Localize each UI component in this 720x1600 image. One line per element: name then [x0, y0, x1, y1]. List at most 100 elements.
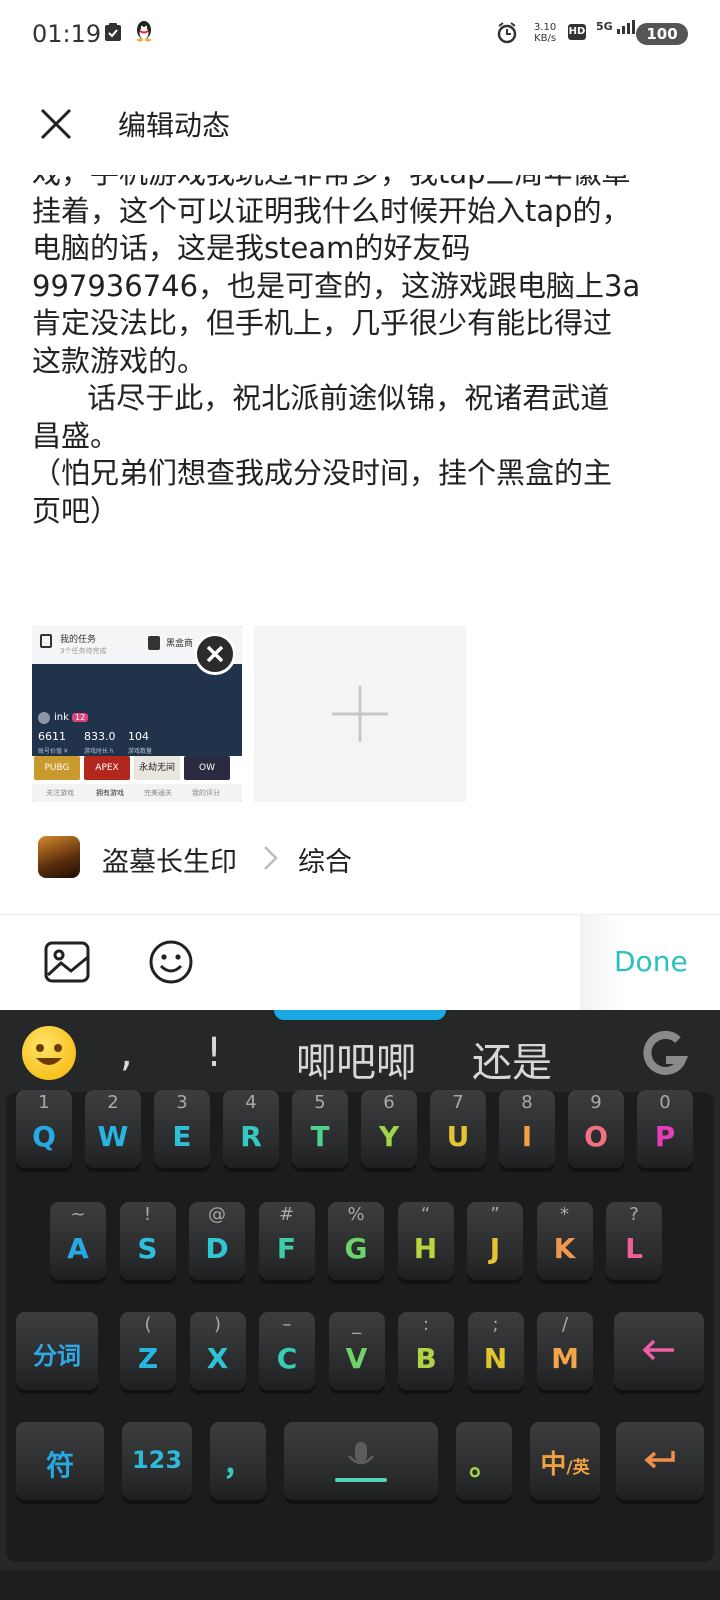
key-j[interactable]: ” J: [467, 1202, 523, 1280]
key-a[interactable]: ~ A: [50, 1202, 106, 1280]
key-label: J: [489, 1232, 501, 1265]
key-v[interactable]: _ V: [328, 1312, 385, 1390]
key-o[interactable]: 9O: [568, 1090, 624, 1168]
key-label: ，: [223, 1448, 253, 1483]
text-line: 电脑的话，这是我steam的好友码: [32, 231, 471, 265]
key-comma[interactable]: ，: [210, 1422, 266, 1500]
key-enter[interactable]: [616, 1422, 704, 1500]
key-sublabel: 5: [314, 1092, 326, 1113]
key-e[interactable]: 3E: [154, 1090, 210, 1168]
add-image-button[interactable]: [254, 626, 466, 802]
key-label: I: [521, 1120, 533, 1153]
key-symbols[interactable]: 符: [16, 1422, 104, 1500]
thumb-stat-value: 104: [128, 730, 149, 743]
key-i[interactable]: 8I: [499, 1090, 555, 1168]
thumb-my-tasks: 我的任务: [60, 635, 97, 645]
key-sublabel: :: [422, 1314, 430, 1335]
key-s[interactable]: ! S: [119, 1202, 176, 1280]
key-label: H: [413, 1232, 438, 1265]
key-space[interactable]: [284, 1422, 438, 1500]
thumb-stat-value: 833.0: [84, 730, 116, 743]
keyboard-bottom: [0, 1570, 720, 1600]
page-title: 编辑动态: [118, 109, 231, 142]
key-p[interactable]: 0P: [637, 1090, 693, 1168]
network-speed: 3.10 KB/s: [534, 22, 556, 44]
thumb-game-tile: OW: [184, 756, 230, 780]
thumb-tasks-sub: 3个任务待完成: [60, 647, 107, 655]
thumb-stat-label: 游戏数量: [128, 748, 153, 755]
game-icon: [38, 836, 80, 878]
thumb-stat-label: 游戏时长 h: [84, 748, 114, 755]
key-g[interactable]: % G: [328, 1202, 384, 1280]
key-y[interactable]: 6Y: [361, 1090, 417, 1168]
key-b[interactable]: :B: [398, 1312, 454, 1390]
text-line: 挂着，这个可以证明我什么时候开始入tap的，: [32, 193, 631, 228]
key-l[interactable]: ? L: [606, 1202, 662, 1280]
post-text-editor[interactable]: 戏，手机游戏我玩过非常多，我tap三周年徽章 挂着，这个可以证明我什么时候开始入…: [32, 175, 692, 555]
key-z[interactable]: (Z: [120, 1312, 176, 1390]
text-line: 997936746，也是可查的，这游戏跟电脑上3a: [32, 268, 641, 303]
key-sublabel: (: [144, 1314, 152, 1335]
key-sublabel: 7: [452, 1092, 464, 1113]
key-t[interactable]: 5T: [292, 1090, 348, 1168]
key-label: E: [172, 1120, 192, 1153]
key-label: 符: [45, 1449, 74, 1482]
game-name[interactable]: 盗墓长生印: [102, 840, 237, 879]
thumb-tab: 关注游戏: [46, 789, 74, 797]
key-label: 123: [131, 1446, 183, 1474]
key-n[interactable]: ; N: [467, 1312, 524, 1390]
key-sublabel: 8: [521, 1092, 533, 1113]
text-line: 这款游戏的。: [32, 343, 207, 378]
game-category[interactable]: 综合: [298, 840, 352, 879]
key-sublabel: *: [560, 1204, 569, 1225]
done-button[interactable]: Done: [614, 945, 688, 978]
image-icon[interactable]: [44, 941, 90, 987]
key-label: V: [345, 1342, 368, 1375]
key-123[interactable]: 123: [122, 1422, 192, 1500]
close-icon[interactable]: [38, 106, 74, 142]
game-tag-row[interactable]: 盗墓长生印 综合: [0, 826, 720, 886]
text-line: （怕兄弟们想查我成分没时间，挂个黑盒的主: [32, 456, 613, 490]
key-f[interactable]: # F: [258, 1202, 315, 1280]
emoji-icon[interactable]: [148, 939, 194, 989]
key-label: Z: [137, 1342, 159, 1375]
key-sublabel: 3: [176, 1092, 188, 1113]
key-u[interactable]: 7U: [430, 1090, 486, 1168]
network-label: 5G: [596, 20, 613, 33]
key-h[interactable]: “H: [397, 1202, 454, 1280]
thumb-game-tile: APEX: [84, 756, 130, 780]
key-label: U: [446, 1120, 470, 1153]
key-sublabel: ): [213, 1314, 222, 1335]
key-sublabel: %: [347, 1204, 365, 1225]
key-w[interactable]: 2W: [85, 1090, 141, 1168]
clipboard-check-icon: [104, 22, 122, 46]
lang-zh: 中: [540, 1450, 567, 1480]
key-c[interactable]: – C: [259, 1312, 315, 1390]
key-r[interactable]: 4R: [223, 1090, 279, 1168]
key-sublabel: 6: [383, 1092, 395, 1113]
thumb-tab: 完美通关: [144, 789, 172, 797]
key-label: 分词: [33, 1342, 81, 1370]
key-q[interactable]: 1Q: [16, 1090, 72, 1168]
key-label: X: [206, 1342, 229, 1375]
key-backspace[interactable]: [614, 1312, 704, 1390]
key-label: T: [310, 1120, 330, 1153]
key-sublabel: ?: [629, 1204, 639, 1225]
key-m[interactable]: / M: [537, 1312, 593, 1390]
thumb-stat-value: 6611: [38, 730, 66, 743]
key-k[interactable]: * K: [536, 1202, 593, 1280]
text-line: 昌盛。: [32, 418, 120, 453]
key-d[interactable]: @ D: [189, 1202, 245, 1280]
key-label: M: [551, 1342, 579, 1375]
thumb-tab: 拥有游戏: [96, 789, 124, 797]
key-sublabel: ~: [70, 1204, 86, 1225]
key-sublabel: !: [143, 1204, 152, 1225]
key-x[interactable]: ) X: [189, 1312, 246, 1390]
key-period[interactable]: 。: [456, 1422, 512, 1500]
remove-image-button[interactable]: [194, 633, 236, 675]
key-label: S: [137, 1232, 158, 1265]
key-fenci[interactable]: 分词: [16, 1312, 98, 1390]
key-lang-switch[interactable]: 中/英: [530, 1422, 600, 1500]
thumb-game-tile: 永劫无间: [134, 756, 180, 780]
signal-icon: [617, 20, 636, 34]
